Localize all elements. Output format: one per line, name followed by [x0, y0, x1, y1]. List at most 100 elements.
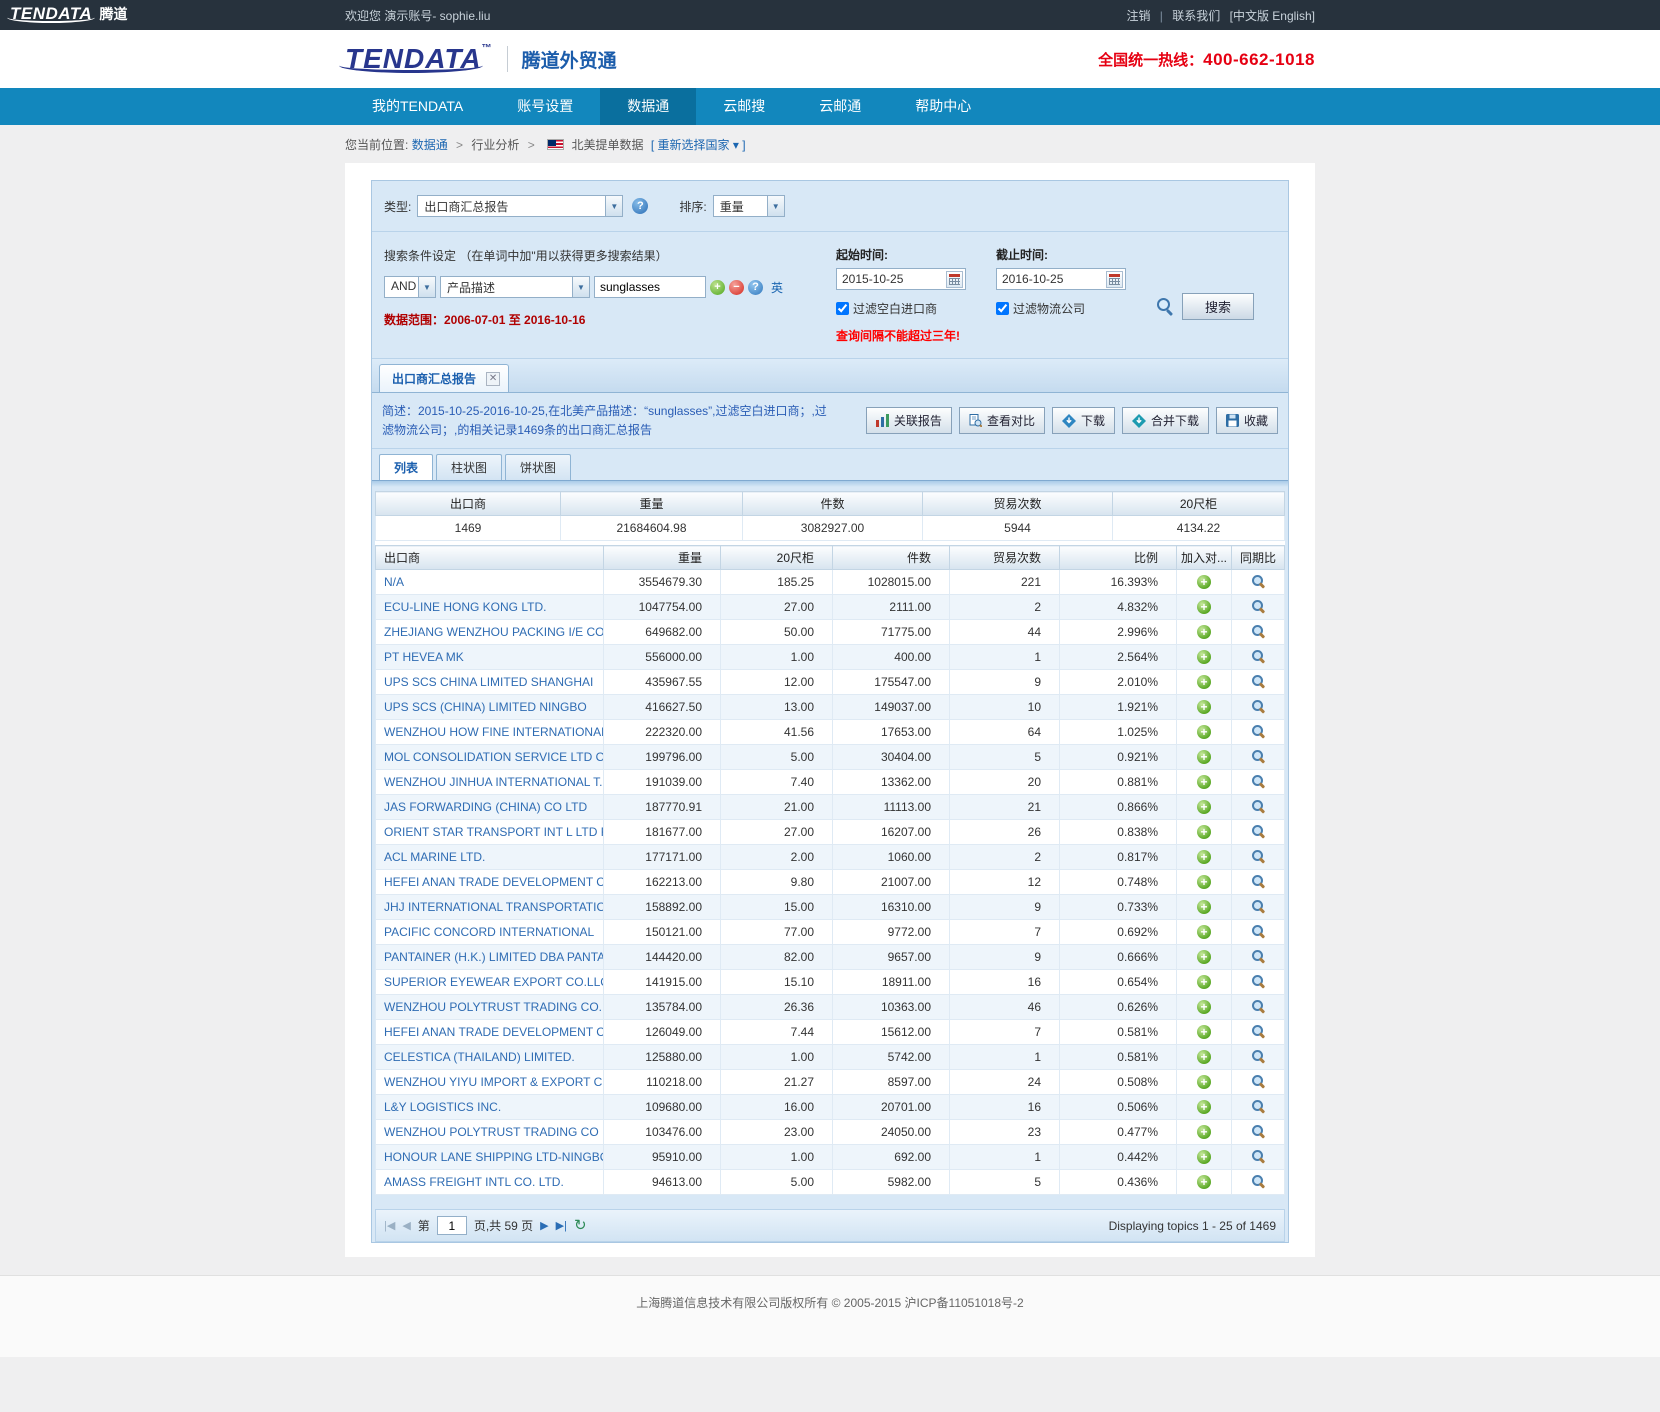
exporter-link[interactable]: HONOUR LANE SHIPPING LTD-NINGBO — [384, 1150, 604, 1164]
exporter-link[interactable]: ZHEJIANG WENZHOU PACKING I/E CORP. — [384, 625, 604, 639]
boolean-operator-select[interactable]: AND ▼ — [384, 276, 436, 298]
logout-link[interactable]: 注销 — [1126, 9, 1150, 23]
column-header-weight[interactable]: 重量 — [604, 546, 721, 570]
contact-link[interactable]: 联系我们 — [1172, 9, 1220, 23]
view-tab-list[interactable]: 列表 — [379, 454, 433, 480]
exporter-link[interactable]: L&Y LOGISTICS INC. — [384, 1100, 501, 1114]
nav-item-my-tendata[interactable]: 我的TENDATA — [345, 88, 490, 125]
add-to-compare-icon[interactable]: + — [1197, 825, 1211, 839]
calendar-icon[interactable] — [1106, 271, 1123, 288]
period-compare-search-icon[interactable] — [1251, 1099, 1265, 1113]
period-compare-search-icon[interactable] — [1251, 1024, 1265, 1038]
period-compare-search-icon[interactable] — [1251, 1049, 1265, 1063]
add-condition-icon[interactable]: + — [710, 280, 725, 295]
nav-item-account-settings[interactable]: 账号设置 — [490, 88, 600, 125]
start-date-input[interactable]: 2015-10-25 — [836, 268, 966, 290]
exporter-link[interactable]: JAS FORWARDING (CHINA) CO LTD — [384, 800, 587, 814]
period-compare-search-icon[interactable] — [1251, 924, 1265, 938]
view-compare-button[interactable]: 查看对比 — [959, 407, 1045, 434]
exporter-link[interactable]: WENZHOU YIYU IMPORT & EXPORT C... — [384, 1075, 604, 1089]
add-to-compare-icon[interactable]: + — [1197, 1125, 1211, 1139]
download-button[interactable]: 下载 — [1052, 407, 1115, 434]
sort-select[interactable]: 重量 ▼ — [713, 195, 785, 217]
exporter-link[interactable]: N/A — [384, 575, 404, 589]
period-compare-search-icon[interactable] — [1251, 949, 1265, 963]
merge-download-button[interactable]: 合并下载 — [1122, 407, 1209, 434]
breadcrumb-link-datatong[interactable]: 数据通 — [412, 138, 448, 152]
exporter-link[interactable]: ECU-LINE HONG KONG LTD. — [384, 600, 546, 614]
add-to-compare-icon[interactable]: + — [1197, 675, 1211, 689]
condition-help-icon[interactable]: ? — [748, 280, 763, 295]
add-to-compare-icon[interactable]: + — [1197, 625, 1211, 639]
period-compare-search-icon[interactable] — [1251, 1149, 1265, 1163]
exporter-link[interactable]: HEFEI ANAN TRADE DEVELOPMENT CO... — [384, 1025, 604, 1039]
related-report-button[interactable]: 关联报告 — [866, 407, 952, 434]
add-to-compare-icon[interactable]: + — [1197, 725, 1211, 739]
exporter-link[interactable]: PACIFIC CONCORD INTERNATIONAL — [384, 925, 594, 939]
period-compare-search-icon[interactable] — [1251, 674, 1265, 688]
exporter-link[interactable]: AMASS FREIGHT INTL CO. LTD. — [384, 1175, 564, 1189]
last-page-icon[interactable]: ▶| — [556, 1219, 567, 1232]
period-compare-search-icon[interactable] — [1251, 574, 1265, 588]
nav-item-help-center[interactable]: 帮助中心 — [888, 88, 998, 125]
add-to-compare-icon[interactable]: + — [1197, 850, 1211, 864]
period-compare-search-icon[interactable] — [1251, 799, 1265, 813]
filter-logistics-checkbox[interactable] — [996, 302, 1009, 315]
period-compare-search-icon[interactable] — [1251, 1124, 1265, 1138]
close-icon[interactable]: ✕ — [486, 372, 500, 386]
search-field-select[interactable]: 产品描述 ▼ — [440, 276, 590, 298]
period-compare-search-icon[interactable] — [1251, 624, 1265, 638]
period-compare-search-icon[interactable] — [1251, 874, 1265, 888]
remove-condition-icon[interactable]: − — [729, 280, 744, 295]
period-compare-search-icon[interactable] — [1251, 999, 1265, 1013]
column-header-trade-count[interactable]: 贸易次数 — [950, 546, 1060, 570]
exporter-link[interactable]: PT HEVEA MK — [384, 650, 464, 664]
add-to-compare-icon[interactable]: + — [1197, 750, 1211, 764]
first-page-icon[interactable]: |◀ — [384, 1219, 395, 1232]
column-header-teu[interactable]: 20尺柜 — [721, 546, 833, 570]
chevron-down-icon[interactable]: ▼ — [767, 196, 784, 216]
add-to-compare-icon[interactable]: + — [1197, 600, 1211, 614]
period-compare-search-icon[interactable] — [1251, 899, 1265, 913]
add-to-compare-icon[interactable]: + — [1197, 1025, 1211, 1039]
period-compare-search-icon[interactable] — [1251, 649, 1265, 663]
type-help-icon[interactable]: ? — [632, 198, 648, 214]
favorite-button[interactable]: 收藏 — [1216, 407, 1278, 434]
previous-page-icon[interactable]: ◀ — [402, 1219, 410, 1232]
add-to-compare-icon[interactable]: + — [1197, 925, 1211, 939]
chevron-down-icon[interactable]: ▼ — [418, 277, 435, 297]
chevron-down-icon[interactable]: ▼ — [605, 196, 622, 216]
add-to-compare-icon[interactable]: + — [1197, 1075, 1211, 1089]
column-header-exporter[interactable]: 出口商 — [376, 546, 604, 570]
filter-blank-importer-checkbox[interactable] — [836, 302, 849, 315]
nav-item-data-tong[interactable]: 数据通 — [600, 88, 696, 125]
report-type-select[interactable]: 出口商汇总报告 ▼ — [417, 195, 623, 217]
column-header-ratio[interactable]: 比例 — [1060, 546, 1177, 570]
exporter-link[interactable]: WENZHOU JINHUA INTERNATIONAL T... — [384, 775, 604, 789]
period-compare-search-icon[interactable] — [1251, 1074, 1265, 1088]
add-to-compare-icon[interactable]: + — [1197, 650, 1211, 664]
reselect-country-link[interactable]: [ 重新选择国家 ▾ ] — [651, 138, 746, 152]
refresh-icon[interactable]: ↻ — [574, 1218, 587, 1233]
page-number-input[interactable] — [437, 1216, 467, 1235]
add-to-compare-icon[interactable]: + — [1197, 1150, 1211, 1164]
period-compare-search-icon[interactable] — [1251, 974, 1265, 988]
add-to-compare-icon[interactable]: + — [1197, 900, 1211, 914]
exporter-link[interactable]: JHJ INTERNATIONAL TRANSPORTATIO... — [384, 900, 604, 914]
period-compare-search-icon[interactable] — [1251, 849, 1265, 863]
search-button[interactable]: 搜索 — [1182, 293, 1254, 320]
add-to-compare-icon[interactable]: + — [1197, 975, 1211, 989]
add-to-compare-icon[interactable]: + — [1197, 700, 1211, 714]
exporter-link[interactable]: MOL CONSOLIDATION SERVICE LTD O/B — [384, 750, 604, 764]
exporter-link[interactable]: HEFEI ANAN TRADE DEVELOPMENT CO... — [384, 875, 604, 889]
period-compare-search-icon[interactable] — [1251, 699, 1265, 713]
column-header-pieces[interactable]: 件数 — [833, 546, 950, 570]
language-switch-link[interactable]: [中文版 English] — [1230, 9, 1315, 23]
report-tab[interactable]: 出口商汇总报告 ✕ — [379, 364, 509, 392]
add-to-compare-icon[interactable]: + — [1197, 775, 1211, 789]
exporter-link[interactable]: ORIENT STAR TRANSPORT INT L LTD RM — [384, 825, 604, 839]
exporter-link[interactable]: SUPERIOR EYEWEAR EXPORT CO.LLC — [384, 975, 604, 989]
exporter-link[interactable]: UPS SCS CHINA LIMITED SHANGHAI — [384, 675, 593, 689]
add-to-compare-icon[interactable]: + — [1197, 575, 1211, 589]
period-compare-search-icon[interactable] — [1251, 599, 1265, 613]
